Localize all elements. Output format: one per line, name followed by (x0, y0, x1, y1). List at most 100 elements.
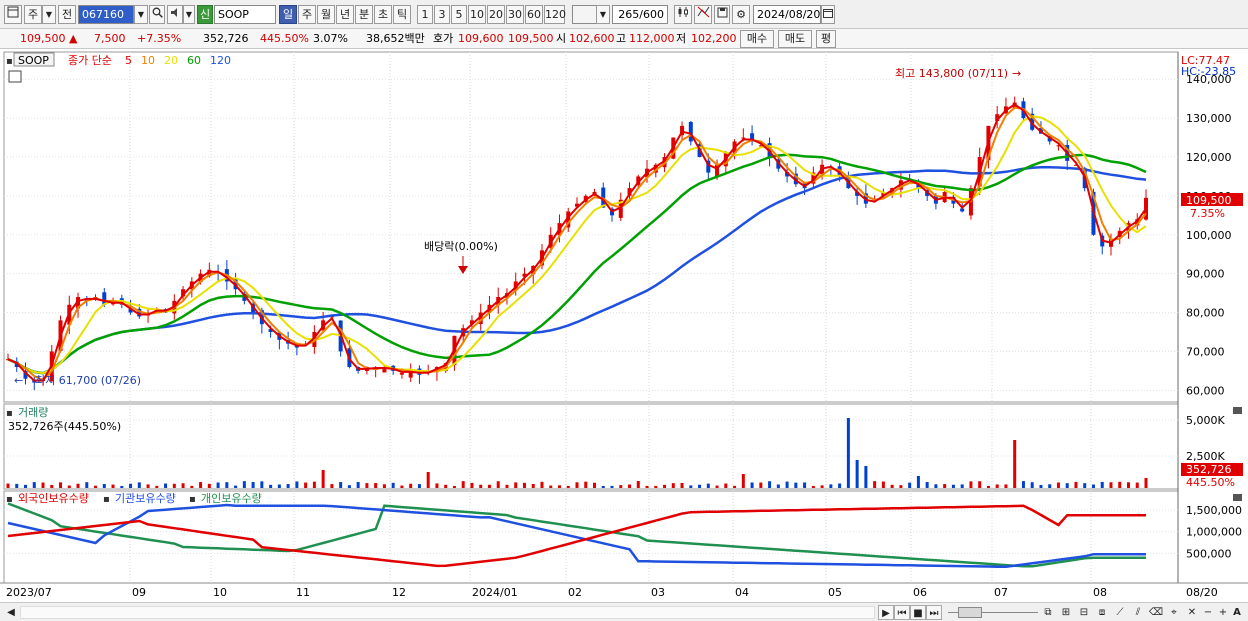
drawing-tool-icon[interactable] (694, 5, 712, 24)
mode-jeon-button[interactable]: 전 (58, 5, 76, 24)
period-tab-5[interactable]: 초 (374, 5, 392, 24)
volume-bar (356, 482, 360, 488)
window-icon[interactable] (4, 5, 22, 24)
volume-bar (461, 481, 465, 488)
eval-button[interactable]: 평 (816, 30, 836, 48)
volume-bar (610, 485, 614, 488)
volume-bar (304, 482, 308, 488)
buy-button[interactable]: 매수 (740, 30, 774, 48)
hc-label: HC:-23.85 (1181, 65, 1236, 78)
x-axis-label: 02 (568, 586, 582, 599)
volume-bar (199, 482, 203, 488)
calculator-icon (8, 70, 22, 83)
volume-bar (129, 483, 133, 488)
calendar-icon[interactable] (821, 5, 835, 24)
interval-dropdown-icon[interactable]: ▼ (596, 5, 610, 24)
interval-button-20[interactable]: 20 (487, 5, 505, 24)
volume-bar (601, 485, 605, 488)
high-arrow-icon: → (1012, 67, 1021, 80)
stock-chart[interactable]: 2023/07 09 10 11 12 2024/01 02 03 04 05 06 07 08 08/2… (0, 50, 1248, 602)
volume-bar (846, 418, 850, 488)
interval-button-5[interactable]: 5 (451, 5, 467, 24)
speaker-dropdown-icon[interactable]: ▼ (183, 5, 195, 24)
delete-drawing-icon[interactable]: ✕ (1184, 605, 1200, 620)
interval-button-60[interactable]: 60 (525, 5, 543, 24)
volume-bar (190, 485, 194, 488)
stop-icon[interactable]: ■ (910, 605, 926, 620)
interval-button-10[interactable]: 10 (468, 5, 486, 24)
panel-menu-icon: ▪ (6, 56, 13, 67)
sell-button[interactable]: 매도 (778, 30, 812, 48)
volume-bar (137, 482, 141, 488)
volume-bar (277, 484, 281, 488)
code-dropdown-icon[interactable]: ▼ (134, 5, 148, 24)
period-tab-6[interactable]: 틱 (393, 5, 411, 24)
scroll-right-icon[interactable]: ▶ (878, 605, 894, 620)
stock-type-badge: 신 (197, 5, 213, 24)
period-tab-2[interactable]: 월 (317, 5, 335, 24)
eraser-icon[interactable]: ⌫ (1148, 605, 1164, 620)
zoom-out-icon[interactable]: − (1200, 605, 1216, 620)
volume-bar (242, 481, 246, 488)
period-tab-3[interactable]: 년 (336, 5, 354, 24)
volume-bar (1083, 483, 1087, 488)
save-icon[interactable] (714, 5, 730, 24)
price-change: 7,500 (94, 32, 126, 45)
period-tab-0[interactable]: 일 (279, 5, 297, 24)
volume-bar (514, 482, 518, 488)
interval-button-30[interactable]: 30 (506, 5, 524, 24)
ma-legend-prefix: 종가 단순 (68, 54, 112, 67)
chevron-down-icon[interactable]: ▼ (42, 5, 56, 24)
volume-bar (1030, 482, 1034, 488)
x-axis-label: 07 (994, 586, 1008, 599)
low-label: 저 (676, 32, 687, 45)
mode-ju-button[interactable]: 주 (24, 5, 42, 24)
scroll-left-icon[interactable]: ◀ (3, 605, 19, 620)
volume-bar (426, 472, 430, 488)
cascade-icon[interactable]: ⧈ (1094, 605, 1110, 620)
high-label: 고 (616, 32, 627, 45)
volume-bar (111, 484, 115, 488)
volume-bar (382, 484, 386, 488)
price-tick-label: 120,000 (1186, 151, 1232, 164)
date-field[interactable]: 2024/08/20 (753, 5, 821, 24)
volume-bar (50, 484, 54, 488)
candle-body (688, 121, 693, 142)
interval-button-3[interactable]: 3 (434, 5, 450, 24)
search-icon[interactable] (149, 5, 165, 24)
zoom-slider[interactable] (948, 607, 1038, 618)
volume-bar (330, 484, 334, 488)
volume-bar (1126, 482, 1130, 488)
magnet-icon[interactable]: ⌖ (1166, 605, 1182, 620)
volume-bar (409, 483, 413, 488)
tile-icon[interactable]: ⊞ (1058, 605, 1074, 620)
period-tab-1[interactable]: 주 (298, 5, 316, 24)
gear-icon[interactable]: ⚙ (732, 5, 750, 24)
font-size-icon[interactable]: A (1229, 605, 1245, 620)
grid-view-icon[interactable]: ⊟ (1076, 605, 1092, 620)
volume-bar (916, 476, 920, 488)
candle-type-icon[interactable] (674, 5, 692, 24)
chart-scrollbar[interactable] (20, 606, 875, 619)
stock-code-input[interactable]: 067160 (78, 5, 134, 24)
interval-button-120[interactable]: 120 (544, 5, 566, 24)
volume-bar (347, 485, 351, 488)
interval-button-1[interactable]: 1 (417, 5, 433, 24)
speaker-icon[interactable] (167, 5, 183, 24)
volume-bar (435, 483, 439, 488)
panel-frame-1 (3, 403, 1179, 490)
volume-bar (155, 485, 159, 488)
volume-bar (85, 482, 89, 488)
layout-icon[interactable]: ⧉ (1040, 605, 1056, 620)
trend-line-icon[interactable]: ⟋ (1112, 605, 1128, 620)
rewind-icon[interactable]: ⏮ (894, 605, 910, 620)
holding-legend-marker: ▪ (189, 494, 196, 505)
stock-name-field[interactable]: SOOP (214, 5, 276, 24)
ma-legend-60: 60 (187, 54, 201, 67)
bar-count-field[interactable]: 265/600 (612, 5, 668, 24)
fast-forward-icon[interactable]: ⏭ (926, 605, 942, 620)
volume-bar (1074, 481, 1078, 488)
period-tab-4[interactable]: 분 (355, 5, 373, 24)
volume-bar (339, 482, 343, 488)
channel-line-icon[interactable]: ⫽ (1130, 605, 1146, 620)
